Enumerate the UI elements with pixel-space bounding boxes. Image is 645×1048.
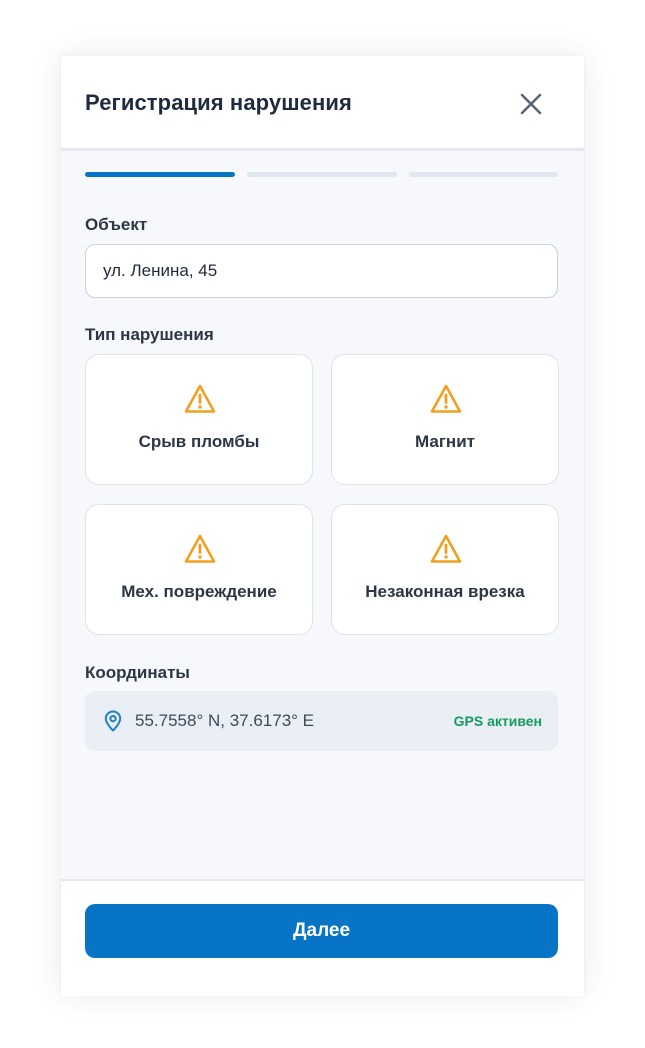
progress-step-2 xyxy=(247,172,397,177)
warning-triangle-icon xyxy=(430,534,462,563)
violation-option-label: Срыв пломбы xyxy=(138,432,260,451)
violation-option-seal-break[interactable]: Срыв пломбы xyxy=(85,354,313,485)
location-pin-icon xyxy=(104,710,122,732)
violation-option-label: Мех. повреждение xyxy=(121,582,277,601)
warning-triangle-icon xyxy=(430,384,462,413)
violation-option-illegal-tap[interactable]: Незаконная врезка xyxy=(331,504,559,635)
violation-option-label: Незаконная врезка xyxy=(365,582,525,601)
coordinates-value: 55.7558° N, 37.6173° E xyxy=(135,711,315,730)
dialog-header: Регистрация нарушения xyxy=(61,56,584,151)
violation-option-label: Магнит xyxy=(415,432,475,451)
gps-status-badge: GPS активен xyxy=(453,713,542,729)
dialog-title: Регистрация нарушения xyxy=(85,90,352,115)
object-input[interactable] xyxy=(85,244,558,298)
violation-registration-dialog: Регистрация нарушения Объект Тип нарушен… xyxy=(61,56,584,996)
warning-triangle-icon xyxy=(184,534,216,563)
progress-step-1 xyxy=(85,172,235,177)
object-label: Объект xyxy=(85,215,148,234)
violation-option-magnet[interactable]: Магнит xyxy=(331,354,559,485)
progress-step-3 xyxy=(409,172,558,177)
close-button[interactable] xyxy=(517,90,545,118)
next-button[interactable]: Далее xyxy=(85,904,558,958)
close-icon xyxy=(520,93,542,115)
coordinates-field: 55.7558° N, 37.6173° E GPS активен xyxy=(85,691,558,751)
violation-type-label: Тип нарушения xyxy=(85,325,214,344)
violation-option-mechanical-damage[interactable]: Мех. повреждение xyxy=(85,504,313,635)
coordinates-label: Координаты xyxy=(85,663,190,682)
warning-triangle-icon xyxy=(184,384,216,413)
